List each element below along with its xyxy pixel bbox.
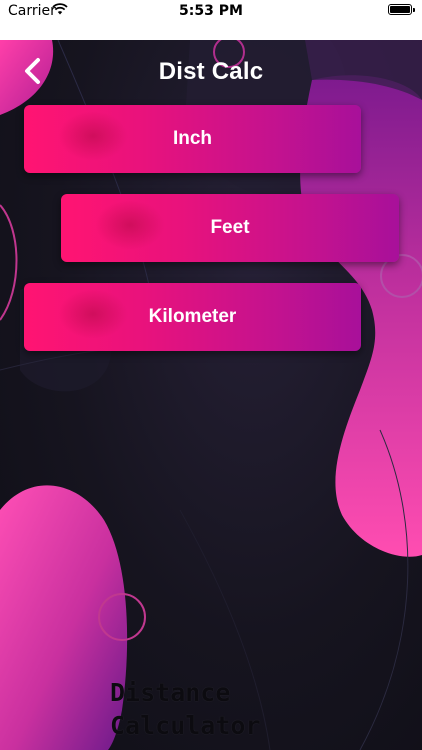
app-screen: Dist Calc Inch Feet Kilometer Distance C…: [0, 40, 422, 750]
logo-line-1: Distance: [110, 678, 231, 707]
status-bar: Carrier 5:53 PM: [0, 0, 422, 40]
battery-icon: [388, 4, 415, 15]
clock: 5:53 PM: [179, 3, 243, 19]
inch-button[interactable]: Inch: [24, 105, 361, 173]
kilometer-button-label: Kilometer: [148, 306, 237, 327]
page-title: Dist Calc: [158, 58, 264, 85]
app-logo: Distance Calculator: [110, 676, 261, 742]
feet-button[interactable]: Feet: [61, 194, 399, 262]
inch-button-label: Inch: [172, 128, 213, 149]
feet-button-label: Feet: [210, 217, 250, 238]
logo-line-2: Calculator: [110, 711, 261, 740]
kilometer-button[interactable]: Kilometer: [24, 283, 361, 351]
